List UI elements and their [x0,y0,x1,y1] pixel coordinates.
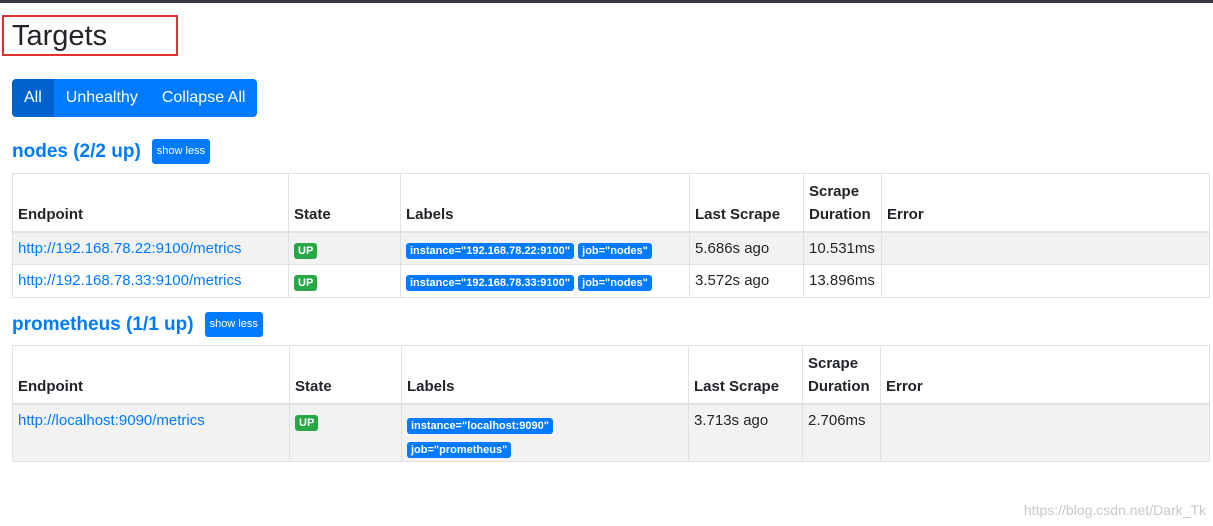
header-labels: Labels [401,345,689,405]
job-title-prometheus[interactable]: prometheus (1/1 up) [12,314,194,336]
header-last-scrape: Last Scrape [688,345,803,405]
job-header-nodes: nodes (2/2 up) show less [12,139,211,164]
scrape-duration-value: 2.706ms [802,403,881,462]
header-error: Error [880,345,1210,405]
header-state: State [288,173,401,233]
state-badge: UP [294,275,318,291]
last-scrape-value: 5.686s ago [689,231,804,265]
label-badge: job="nodes" [578,275,652,291]
state-badge: UP [294,242,318,259]
state-badge: UP [295,414,319,431]
table-row: http://192.168.78.22:9100/metrics UP ins… [12,231,1210,265]
scrape-duration-value: 13.896ms [803,264,882,298]
table-row: http://192.168.78.33:9100/metrics UP ins… [12,264,1210,298]
scrape-duration-value: 10.531ms [803,231,882,265]
filter-button-group: All Unhealthy Collapse All [12,79,258,117]
last-scrape-value: 3.572s ago [689,264,804,298]
header-scrape-duration: Scrape Duration [803,173,882,233]
top-navbar-strip [0,0,1213,3]
label-badge: instance="192.168.78.22:9100" [406,242,574,259]
error-value [881,264,1210,298]
show-less-button-prometheus[interactable]: show less [204,312,263,337]
header-endpoint: Endpoint [12,173,289,233]
header-scrape-duration: Scrape Duration [802,345,881,405]
collapse-all-button[interactable]: Collapse All [149,79,258,117]
error-value [880,403,1210,462]
watermark: https://blog.csdn.net/Dark_Tk [1023,502,1206,518]
label-badge: instance="192.168.78.33:9100" [406,275,574,291]
label-badge: job="nodes" [578,242,652,259]
page-title: Targets [12,20,108,52]
targets-table-prometheus: Endpoint State Labels Last Scrape Scrape… [12,345,1210,462]
label-badge: job="prometheus" [407,441,512,458]
targets-table-nodes: Endpoint State Labels Last Scrape Scrape… [12,173,1210,298]
endpoint-link[interactable]: http://localhost:9090/metrics [18,412,205,429]
label-badge: instance="localhost:9090" [407,417,553,434]
last-scrape-value: 3.713s ago [688,403,803,462]
header-endpoint: Endpoint [12,345,290,405]
filter-all-button[interactable]: All [12,79,54,117]
header-error: Error [881,173,1210,233]
table-row: http://localhost:9090/metrics UP instanc… [12,403,1210,462]
job-header-prometheus: prometheus (1/1 up) show less [12,312,263,337]
endpoint-link[interactable]: http://192.168.78.33:9100/metrics [18,272,241,289]
filter-unhealthy-button[interactable]: Unhealthy [53,79,150,117]
error-value [881,231,1210,265]
job-title-nodes[interactable]: nodes (2/2 up) [12,141,141,163]
show-less-button-nodes[interactable]: show less [151,139,211,164]
header-labels: Labels [400,173,690,233]
header-last-scrape: Last Scrape [689,173,804,233]
endpoint-link[interactable]: http://192.168.78.22:9100/metrics [18,240,241,257]
header-state: State [289,345,402,405]
